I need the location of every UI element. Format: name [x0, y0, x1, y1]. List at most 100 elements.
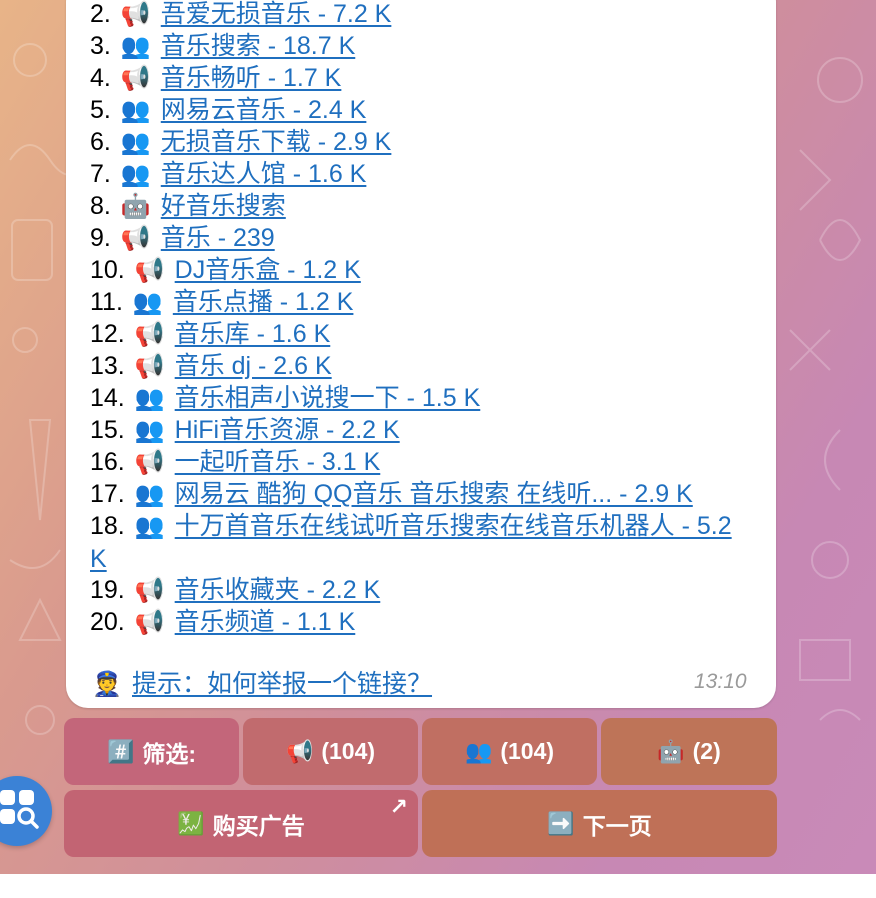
list-item: 2. 📢 吾爱无损音乐 - 7.2 K: [90, 0, 391, 31]
result-link[interactable]: 音乐搜索 - 18.7 K: [161, 32, 356, 60]
list-item: 7. 👥 音乐达人馆 - 1.6 K: [90, 158, 366, 191]
list-item: 5. 👥 网易云音乐 - 2.4 K: [90, 94, 366, 127]
apps-search-icon: [0, 790, 39, 829]
bots-count: (2): [692, 738, 721, 764]
item-number: 11.: [90, 288, 123, 316]
result-link[interactable]: 音乐达人馆 - 1.6 K: [161, 160, 367, 188]
result-link[interactable]: 音乐相声小说搜一下 - 1.5 K: [175, 384, 481, 412]
result-link[interactable]: 吾爱无损音乐 - 7.2 K: [161, 0, 392, 28]
megaphone-icon: 📢: [134, 353, 165, 380]
result-link[interactable]: 音乐频道 - 1.1 K: [175, 608, 356, 636]
filter-label: 筛选:: [142, 740, 197, 767]
list-item: 6. 👥 无损音乐下载 - 2.9 K: [90, 126, 391, 159]
message-timestamp: 13:10: [694, 670, 747, 693]
groups-filter-button[interactable]: 👥 (104): [422, 718, 597, 785]
result-link[interactable]: 音乐收藏夹 - 2.2 K: [175, 576, 381, 604]
result-link[interactable]: 音乐畅听 - 1.7 K: [161, 64, 342, 92]
megaphone-icon: 📢: [134, 257, 165, 284]
list-item: 12. 📢 音乐库 - 1.6 K: [90, 318, 330, 351]
result-link[interactable]: 好音乐搜索: [161, 192, 286, 220]
item-number: 9.: [90, 224, 111, 252]
group-icon: 👥: [120, 129, 151, 156]
result-link[interactable]: 音乐 - 239: [161, 224, 275, 252]
item-number: 7.: [90, 160, 111, 188]
list-item: 3. 👥 音乐搜索 - 18.7 K: [90, 30, 355, 63]
result-link[interactable]: 音乐 dj - 2.6 K: [175, 352, 332, 380]
item-number: 20.: [90, 608, 125, 636]
megaphone-icon: 📢: [120, 225, 151, 252]
item-number: 17.: [90, 480, 125, 508]
robot-icon: 🤖: [657, 738, 685, 764]
item-number: 8.: [90, 192, 111, 220]
list-item: 19. 📢 音乐收藏夹 - 2.2 K: [90, 574, 380, 607]
channels-count: (104): [321, 738, 376, 764]
item-number: 13.: [90, 352, 125, 380]
result-link[interactable]: HiFi音乐资源 - 2.2 K: [175, 416, 400, 444]
external-link-icon: ↗: [389, 794, 408, 819]
item-number: 10.: [90, 256, 125, 284]
bots-filter-button[interactable]: 🤖 (2): [601, 718, 777, 785]
group-icon: 👥: [134, 481, 165, 508]
group-icon: 👥: [132, 289, 163, 316]
megaphone-icon: 📢: [134, 449, 165, 476]
group-icon: 👥: [120, 97, 151, 124]
police-officer-icon: 👮: [92, 671, 122, 698]
groups-count: (104): [500, 738, 555, 764]
list-item: 18. 👥 十万首音乐在线试听音乐搜索在线音乐机器人 - 5.2 K: [90, 510, 750, 575]
list-item: 4. 📢 音乐畅听 - 1.7 K: [90, 62, 341, 95]
list-item: 13. 📢 音乐 dj - 2.6 K: [90, 350, 332, 383]
list-item: 14. 👥 音乐相声小说搜一下 - 1.5 K: [90, 382, 480, 415]
buy-ads-label: 购买广告: [212, 812, 305, 839]
result-link[interactable]: 网易云音乐 - 2.4 K: [161, 96, 367, 124]
list-item: 16. 📢 一起听音乐 - 3.1 K: [90, 446, 380, 479]
megaphone-icon: 📢: [134, 321, 165, 348]
hash-icon: #️⃣: [106, 738, 135, 764]
list-item: 11. 👥 音乐点播 - 1.2 K: [90, 286, 353, 319]
next-page-label: 下一页: [582, 812, 652, 839]
result-link[interactable]: 无损音乐下载 - 2.9 K: [161, 128, 392, 156]
item-number: 12.: [90, 320, 125, 348]
group-icon: 👥: [134, 513, 165, 540]
channels-filter-button[interactable]: 📢 (104): [243, 718, 418, 785]
item-number: 3.: [90, 32, 111, 60]
megaphone-icon: 📢: [120, 1, 151, 28]
list-item: 17. 👥 网易云 酷狗 QQ音乐 音乐搜索 在线听... - 2.9 K: [90, 478, 693, 511]
group-icon: 👥: [134, 417, 165, 444]
list-item: 10. 📢 DJ音乐盒 - 1.2 K: [90, 254, 361, 287]
item-number: 6.: [90, 128, 111, 156]
buy-ads-button[interactable]: 💹 购买广告 ↗: [64, 790, 418, 857]
item-number: 19.: [90, 576, 125, 604]
item-number: 2.: [90, 0, 111, 28]
group-icon: 👥: [120, 33, 151, 60]
item-number: 4.: [90, 64, 111, 92]
megaphone-icon: 📢: [134, 577, 165, 604]
result-link[interactable]: 网易云 酷狗 QQ音乐 音乐搜索 在线听... - 2.9 K: [175, 480, 693, 508]
item-number: 16.: [90, 448, 125, 476]
chart-yen-icon: 💹: [177, 810, 205, 836]
robot-icon: 🤖: [120, 193, 151, 220]
item-number: 5.: [90, 96, 111, 124]
result-link[interactable]: 音乐库 - 1.6 K: [175, 320, 331, 348]
report-link[interactable]: 提示：如何举报一个链接？: [132, 670, 432, 698]
megaphone-icon: 📢: [120, 65, 151, 92]
group-icon: 👥: [464, 738, 493, 764]
report-hint: 👮 提示：如何举报一个链接？: [92, 668, 432, 701]
result-link[interactable]: 十万首音乐在线试听音乐搜索在线音乐机器人 - 5.2 K: [90, 512, 732, 573]
item-number: 18.: [90, 512, 125, 540]
group-icon: 👥: [120, 161, 151, 188]
filter-button[interactable]: #️⃣ 筛选:: [64, 718, 239, 785]
result-link[interactable]: 音乐点播 - 1.2 K: [173, 288, 354, 316]
list-item: 15. 👥 HiFi音乐资源 - 2.2 K: [90, 414, 400, 447]
next-page-button[interactable]: ➡️ 下一页: [422, 790, 777, 857]
result-link[interactable]: 一起听音乐 - 3.1 K: [175, 448, 381, 476]
result-link[interactable]: DJ音乐盒 - 1.2 K: [175, 256, 361, 284]
megaphone-icon: 📢: [134, 609, 165, 636]
list-item: 8. 🤖 好音乐搜索: [90, 190, 286, 223]
megaphone-icon: 📢: [285, 738, 314, 764]
group-icon: 👥: [134, 385, 165, 412]
list-item: 9. 📢 音乐 - 239: [90, 222, 275, 255]
item-number: 15.: [90, 416, 125, 444]
list-item: 20. 📢 音乐频道 - 1.1 K: [90, 606, 355, 639]
item-number: 14.: [90, 384, 125, 412]
right-arrow-icon: ➡️: [547, 810, 575, 836]
